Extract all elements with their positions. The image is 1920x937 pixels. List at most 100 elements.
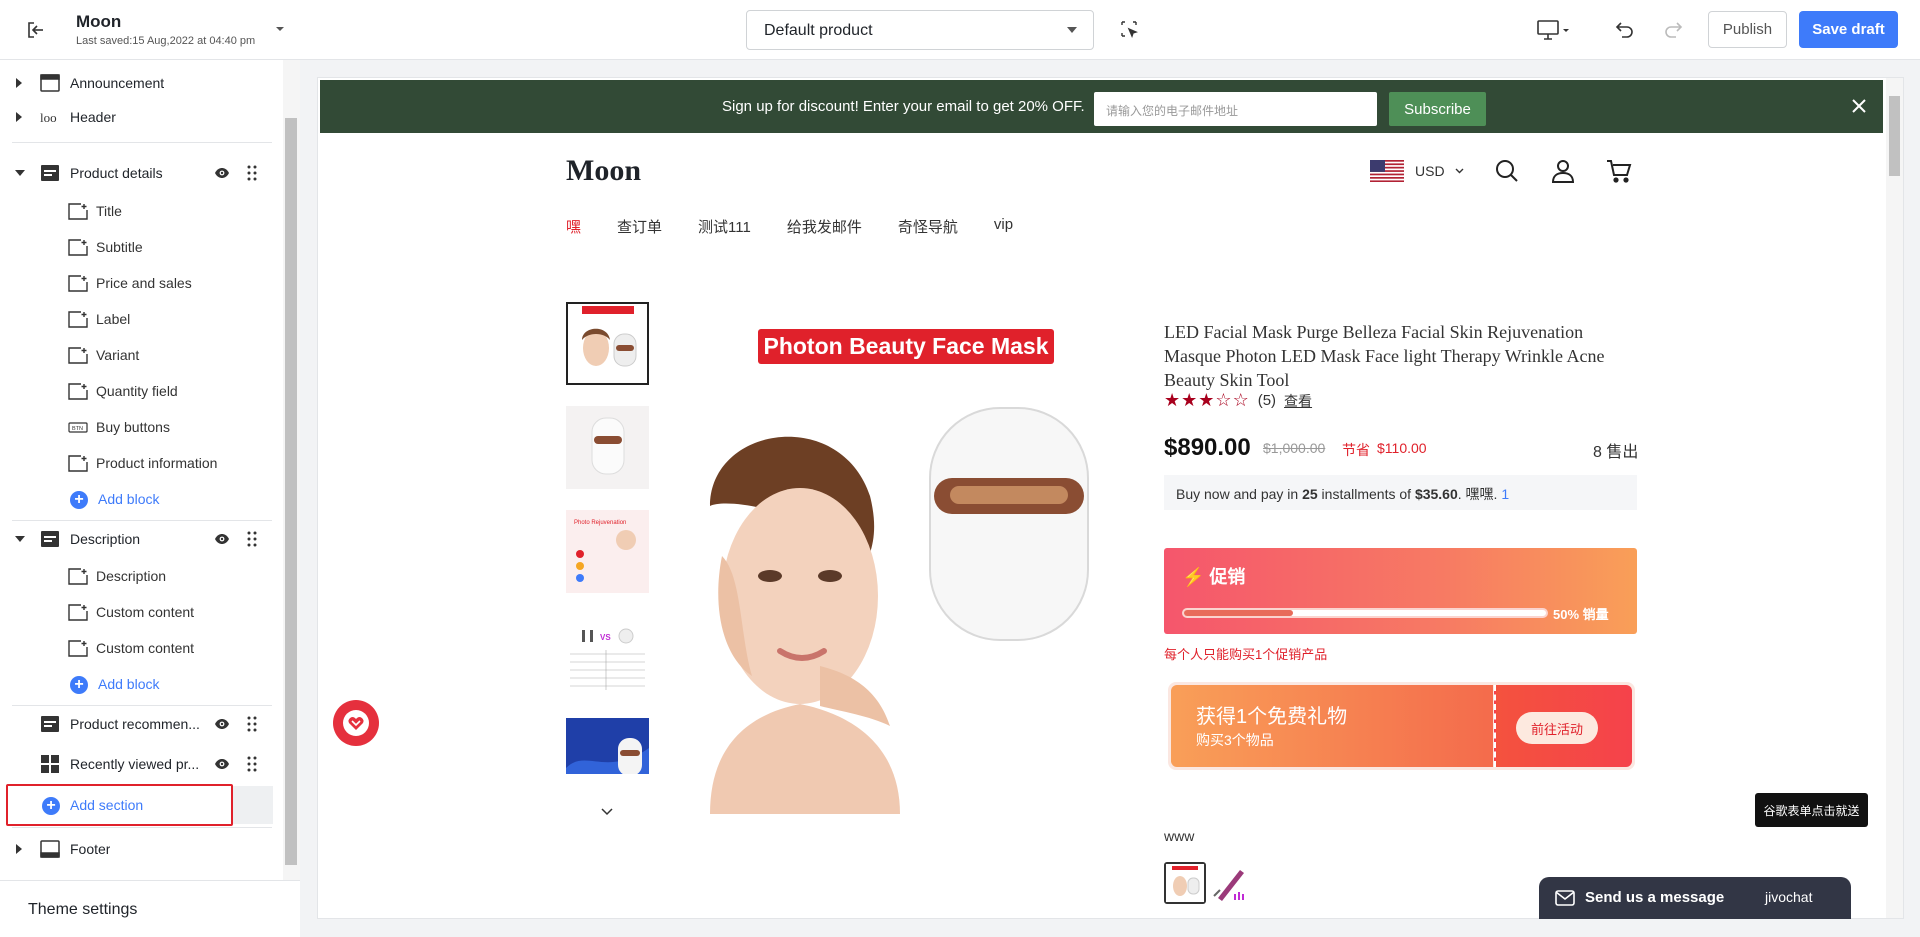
- section-recently-viewed[interactable]: Recently viewed pr...: [0, 747, 283, 781]
- block-label: Custom content: [96, 604, 195, 620]
- product-select[interactable]: Default product: [746, 10, 1094, 50]
- block-label: Subtitle: [96, 239, 143, 255]
- drag-handle-icon[interactable]: [247, 531, 257, 547]
- product-thumbnail[interactable]: [566, 302, 649, 385]
- expand-icon[interactable]: [16, 112, 22, 122]
- desktop-device-icon[interactable]: [1536, 18, 1572, 42]
- product-section-icon: [40, 715, 60, 733]
- product-main-image[interactable]: [670, 306, 1112, 814]
- block-custom-content[interactable]: Custom content: [0, 631, 283, 665]
- block-buy-buttons[interactable]: BTN Buy buttons: [0, 410, 283, 444]
- installments-amount: $35.60: [1414, 486, 1458, 502]
- drag-handle-icon[interactable]: [247, 756, 257, 772]
- star-filled-icon: ★: [1164, 390, 1181, 410]
- save-draft-button[interactable]: Save draft: [1799, 11, 1898, 48]
- product-thumbnail[interactable]: VS: [566, 614, 649, 697]
- chat-widget[interactable]: Send us a message jivochat: [1539, 877, 1851, 919]
- expand-icon[interactable]: [16, 844, 22, 854]
- chevron-down-icon[interactable]: [600, 804, 614, 816]
- account-icon[interactable]: [1550, 158, 1576, 184]
- product-thumbnail[interactable]: [566, 718, 649, 801]
- block-label: Label: [96, 311, 131, 327]
- scrollbar-thumb[interactable]: [285, 118, 297, 865]
- collapse-icon[interactable]: [15, 536, 25, 542]
- theme-settings-button[interactable]: Theme settings: [0, 880, 300, 937]
- nav-item[interactable]: 给我发邮件: [787, 216, 862, 237]
- publish-button[interactable]: Publish: [1708, 11, 1787, 48]
- nav-item[interactable]: 查订单: [617, 216, 662, 237]
- add-block-description[interactable]: + Add block: [0, 667, 283, 701]
- section-announcement[interactable]: Announcement: [0, 66, 283, 100]
- eye-icon[interactable]: [214, 166, 230, 180]
- mail-icon: [1555, 890, 1575, 906]
- block-icon: [68, 455, 88, 472]
- section-label: Product details: [70, 165, 163, 181]
- go-to-event-button[interactable]: 前往活动: [1516, 712, 1598, 744]
- undo-icon[interactable]: [1614, 18, 1636, 40]
- section-product-details[interactable]: Product details: [0, 156, 283, 190]
- preview-scrollbar[interactable]: [1886, 78, 1903, 918]
- chevron-down-icon[interactable]: [274, 22, 286, 34]
- scrollbar-thumb[interactable]: [1889, 96, 1900, 176]
- block-label: Title: [96, 203, 122, 219]
- nav-item[interactable]: 测试111: [698, 216, 751, 237]
- subscribe-button[interactable]: Subscribe: [1389, 92, 1486, 126]
- eye-icon[interactable]: [214, 717, 230, 731]
- installments-text: Buy now and pay in: [1176, 486, 1303, 502]
- cart-icon[interactable]: [1606, 158, 1632, 184]
- currency-selector[interactable]: USD: [1370, 160, 1464, 182]
- section-description[interactable]: Description: [0, 522, 283, 556]
- currency-code: USD: [1415, 163, 1445, 179]
- product-thumbnail[interactable]: [566, 406, 649, 489]
- product-rating: ★ ★ ★ ☆ ☆ (5) 查看: [1164, 390, 1312, 411]
- product-thumbnail[interactable]: Photo Rejuvenation: [566, 510, 649, 593]
- block-variant[interactable]: Variant: [0, 338, 283, 372]
- product-title: LED Facial Mask Purge Belleza Facial Ski…: [1164, 322, 1605, 390]
- promo-limit-note: 每个人只能购买1个促销产品: [1164, 647, 1328, 662]
- inspect-icon[interactable]: [1120, 20, 1140, 40]
- email-input[interactable]: 请输入您的电子邮件地址: [1094, 92, 1377, 126]
- google-form-tooltip[interactable]: 谷歌表单点击就送: [1755, 793, 1868, 827]
- variant-swatch[interactable]: [1210, 862, 1252, 904]
- nav-item[interactable]: 奇怪导航: [898, 216, 958, 237]
- add-section-button[interactable]: + Add section: [6, 784, 233, 826]
- view-reviews-link[interactable]: 查看: [1284, 391, 1312, 411]
- section-footer[interactable]: Footer: [0, 832, 283, 866]
- block-product-information[interactable]: Product information: [0, 446, 283, 480]
- eye-icon[interactable]: [214, 757, 230, 771]
- exit-icon[interactable]: [24, 18, 48, 42]
- section-product-recommendations[interactable]: Product recommen...: [0, 707, 283, 741]
- search-icon[interactable]: [1494, 158, 1520, 184]
- drag-handle-icon[interactable]: [247, 716, 257, 732]
- section-label: Header: [70, 109, 116, 125]
- block-price-and-sales[interactable]: Price and sales: [0, 266, 283, 300]
- eye-icon[interactable]: [214, 532, 230, 546]
- close-icon[interactable]: [1849, 96, 1869, 116]
- variant-swatch[interactable]: [1164, 862, 1206, 904]
- expand-icon[interactable]: [16, 78, 22, 88]
- nav-item[interactable]: vip: [994, 216, 1013, 237]
- block-label: Price and sales: [96, 275, 192, 291]
- block-label-item[interactable]: Label: [0, 302, 283, 336]
- installments-link[interactable]: 1: [1501, 486, 1509, 502]
- divider: [12, 827, 272, 828]
- block-title[interactable]: Title: [0, 194, 283, 228]
- redo-icon[interactable]: [1662, 18, 1684, 40]
- heart-badge-icon[interactable]: [333, 700, 379, 746]
- star-empty-icon: ☆: [1232, 390, 1249, 410]
- sidebar-scrollbar[interactable]: [283, 60, 300, 880]
- block-subtitle[interactable]: Subtitle: [0, 230, 283, 264]
- announcement-bar: Sign up for discount! Enter your email t…: [320, 80, 1883, 133]
- nav-item[interactable]: 嘿: [566, 216, 581, 237]
- section-header[interactable]: loo Header: [0, 100, 283, 134]
- collapse-icon[interactable]: [15, 170, 25, 176]
- store-logo[interactable]: Moon: [566, 154, 641, 188]
- block-description[interactable]: Description: [0, 559, 283, 593]
- drag-handle-icon[interactable]: [247, 165, 257, 181]
- add-block-product[interactable]: + Add block: [0, 482, 283, 516]
- chat-brand: jivochat: [1765, 889, 1813, 905]
- last-saved-text: Last saved:15 Aug,2022 at 04:40 pm: [76, 35, 256, 47]
- block-quantity-field[interactable]: Quantity field: [0, 374, 283, 408]
- block-custom-content[interactable]: Custom content: [0, 595, 283, 629]
- svg-text:BTN: BTN: [72, 426, 83, 432]
